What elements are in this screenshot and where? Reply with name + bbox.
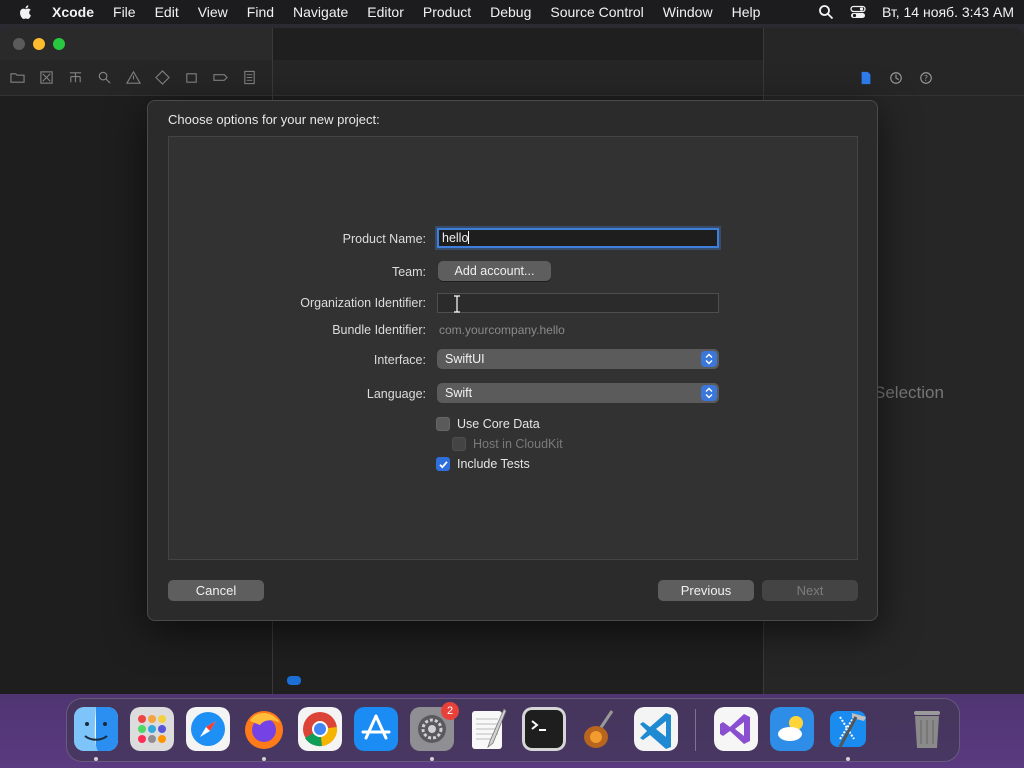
menu-edit[interactable]: Edit — [155, 4, 179, 20]
xcode-icon[interactable] — [826, 707, 870, 751]
hierarchy-icon[interactable] — [68, 70, 83, 85]
control-center-icon[interactable] — [850, 4, 866, 20]
instruments-icon[interactable] — [578, 707, 622, 751]
launchpad-icon[interactable] — [130, 707, 174, 751]
app-store-icon[interactable] — [354, 707, 398, 751]
debug-icon[interactable] — [184, 70, 199, 85]
status-area: Вт, 14 нояб. 3:43 AM — [818, 4, 1014, 20]
include-tests-label: Include Tests — [457, 457, 530, 471]
language-value: Swift — [445, 386, 473, 400]
test-icon[interactable] — [155, 70, 170, 85]
menu-debug[interactable]: Debug — [490, 4, 531, 20]
dock: 2 — [66, 698, 960, 762]
menu-editor[interactable]: Editor — [367, 4, 404, 20]
host-in-cloudkit-row: Host in CloudKit — [452, 437, 563, 451]
svg-text:?: ? — [924, 74, 928, 83]
warning-icon[interactable] — [126, 70, 141, 85]
include-tests-checkbox[interactable] — [436, 457, 450, 471]
language-label: Language: — [366, 387, 426, 401]
cancel-button[interactable]: Cancel — [168, 580, 264, 601]
next-button[interactable]: Next — [762, 580, 858, 601]
editor-toolbar — [273, 60, 763, 96]
apple-logo-icon[interactable] — [18, 4, 34, 20]
spotlight-search-icon[interactable] — [818, 4, 834, 20]
file-inspector-icon[interactable] — [859, 71, 873, 85]
xcode-running-indicator — [846, 757, 850, 761]
menu-app-name[interactable]: Xcode — [52, 4, 94, 20]
ibeam-cursor-icon — [454, 295, 460, 313]
organization-identifier-label: Organization Identifier: — [300, 296, 426, 310]
add-account-button[interactable]: Add account... — [438, 261, 551, 281]
menu-file[interactable]: File — [113, 4, 136, 20]
system-settings-running-indicator — [430, 757, 434, 761]
history-icon[interactable] — [889, 71, 903, 85]
product-name-field[interactable]: hello — [437, 228, 719, 248]
report-icon[interactable] — [242, 70, 257, 85]
inspector-toolbar: ? — [764, 60, 1024, 96]
notification-badge: 2 — [441, 702, 459, 720]
options-panel: Product Name: hello Team: Add account...… — [168, 136, 858, 560]
window-zoom-button[interactable] — [53, 38, 65, 50]
dock-separator — [695, 709, 696, 751]
language-popup[interactable]: Swift — [437, 383, 719, 403]
menu-navigate[interactable]: Navigate — [293, 4, 348, 20]
breakpoint-icon[interactable] — [213, 70, 228, 85]
previous-button[interactable]: Previous — [658, 580, 754, 601]
use-core-data-checkbox[interactable] — [436, 417, 450, 431]
bundle-identifier-label: Bundle Identifier: — [332, 323, 426, 337]
help-icon[interactable]: ? — [919, 71, 933, 85]
popup-arrows-icon — [701, 351, 717, 367]
textedit-icon[interactable] — [466, 707, 510, 751]
window-close-button[interactable] — [13, 38, 25, 50]
sheet-title: Choose options for your new project: — [168, 112, 380, 127]
menu-window[interactable]: Window — [663, 4, 713, 20]
menu-source-control[interactable]: Source Control — [550, 4, 643, 20]
finder-icon[interactable] — [74, 707, 118, 751]
product-name-label: Product Name: — [342, 232, 426, 246]
filter-icon[interactable] — [287, 676, 301, 685]
interface-popup[interactable]: SwiftUI — [437, 349, 719, 369]
vscode-icon[interactable] — [634, 707, 678, 751]
system-settings-app[interactable]: 2 — [410, 702, 459, 751]
host-in-cloudkit-checkbox — [452, 437, 466, 451]
product-name-value: hello — [442, 231, 469, 245]
firefox-icon[interactable] — [242, 707, 286, 751]
bundle-identifier-value: com.yourcompany.hello — [439, 323, 565, 337]
window-minimize-button[interactable] — [33, 38, 45, 50]
menu-find[interactable]: Find — [247, 4, 274, 20]
include-tests-row[interactable]: Include Tests — [436, 457, 530, 471]
trash-icon[interactable] — [905, 707, 949, 751]
text-caret — [468, 231, 470, 244]
terminal-icon[interactable] — [522, 707, 566, 751]
navigator-toolbar — [0, 60, 272, 96]
firefox-running-indicator — [262, 757, 266, 761]
checkmark-icon — [438, 460, 448, 469]
source-control-icon[interactable] — [39, 70, 54, 85]
menu-product[interactable]: Product — [423, 4, 471, 20]
host-in-cloudkit-label: Host in CloudKit — [473, 437, 563, 451]
organization-identifier-field[interactable] — [437, 293, 719, 313]
menu-bar: Xcode File Edit View Find Navigate Edito… — [0, 0, 1024, 24]
visual-studio-icon[interactable] — [714, 707, 758, 751]
interface-value: SwiftUI — [445, 352, 485, 366]
no-selection-label: Selection — [874, 383, 944, 402]
folder-icon[interactable] — [10, 70, 25, 85]
safari-icon[interactable] — [186, 707, 230, 751]
new-project-options-sheet: Choose options for your new project: Pro… — [147, 100, 878, 621]
menu-help[interactable]: Help — [732, 4, 761, 20]
use-core-data-label: Use Core Data — [457, 417, 540, 431]
interface-label: Interface: — [373, 353, 426, 367]
find-icon[interactable] — [97, 70, 112, 85]
chrome-icon[interactable] — [298, 707, 342, 751]
finder-running-indicator — [94, 757, 98, 761]
team-label: Team: — [391, 265, 426, 279]
menu-view[interactable]: View — [198, 4, 228, 20]
popup-arrows-icon — [701, 385, 717, 401]
weather-icon[interactable] — [770, 707, 814, 751]
use-core-data-row[interactable]: Use Core Data — [436, 417, 540, 431]
menu-clock[interactable]: Вт, 14 нояб. 3:43 AM — [882, 4, 1014, 20]
